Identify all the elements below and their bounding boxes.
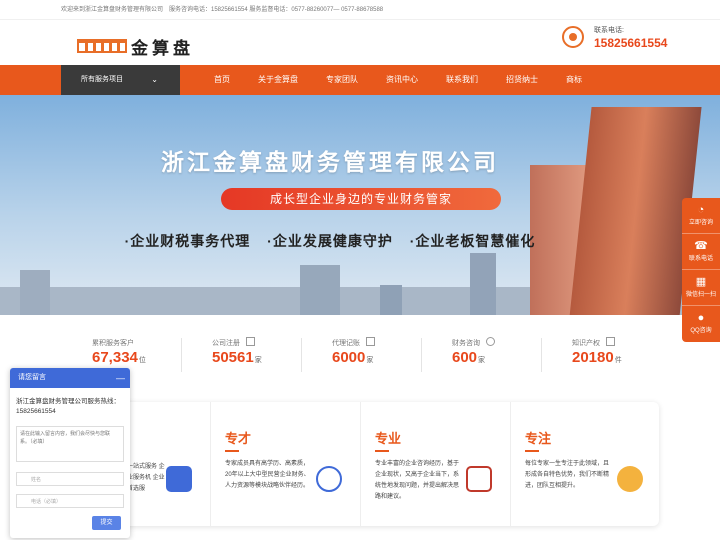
stat-item: 公司注册 50561家 (212, 337, 322, 378)
stat-item: 代理记账 6000家 (332, 337, 442, 378)
stat-value: 67,334 (92, 349, 138, 366)
all-services-label: 所有服务项目 (81, 76, 123, 83)
main-nav: 所有服务项目 ⌄ 首页 关于金算盘 专家团队 资讯中心 联系我们 招贤纳士 商标 (0, 65, 720, 95)
card-text: 专家成员具有高学历、高素质，20年以上大中型民营企业财务、人力资源等模块战略伙伴… (225, 461, 310, 489)
stat-unit: 位 (138, 357, 146, 364)
abacus-icon (466, 466, 492, 492)
side-label: 微信扫一扫 (685, 292, 716, 298)
edit-icon (366, 337, 375, 346)
card-text: 一站式服务 企业服务机 企业首选服 (127, 464, 165, 492)
card-title: 专注 (525, 431, 552, 446)
banner-bullets: ·企业财税事务代理 ·企业发展健康守护 ·企业老板智慧催化 (0, 231, 720, 251)
card-text: 专业丰富的企业咨询经历，基于企业现状，又高于企业当下，系统性地发现问题，并提出解… (375, 461, 460, 500)
nav-item-home[interactable]: 首页 (200, 65, 244, 95)
phone-icon: ☎ (694, 240, 708, 252)
message-widget-header[interactable]: 请您留言 — (10, 368, 130, 388)
banner-bullet: ·企业老板智慧催化 (409, 233, 536, 249)
stat-unit: 家 (254, 357, 262, 364)
feature-cards: 一站式服务 企业服务机 企业首选服 专才 专家成员具有高学历、高素质，20年以上… (61, 402, 659, 526)
shield-icon (166, 466, 192, 492)
stat-unit: 件 (614, 357, 622, 364)
banner-title: 浙江金算盘财务管理有限公司 (161, 149, 499, 175)
side-label: QQ咨询 (690, 328, 712, 334)
card-title: 专才 (225, 431, 252, 446)
stats-row: 累积服务客户 67,334位 公司注册 50561家 代理记账 6000家 财务… (61, 320, 661, 380)
stat-label: 累积服务客户 (92, 340, 134, 347)
feature-card: 专才 专家成员具有高学历、高素质，20年以上大中型民营企业财务、人力资源等模块战… (211, 402, 361, 526)
side-toolbar: ◔ 立即咨询 ☎ 联系电话 ▦ 微信扫一扫 ● QQ咨询 (682, 198, 720, 342)
stat-label: 公司注册 (212, 340, 240, 347)
banner-slogan: 成长型企业身边的专业财务管家 (221, 188, 501, 210)
stat-label: 财务咨询 (452, 340, 480, 347)
stat-item: 财务咨询 600家 (452, 337, 562, 378)
contact-number[interactable]: 15825661554 (594, 36, 667, 50)
medal-icon (617, 466, 643, 492)
certificate-icon (606, 337, 615, 346)
nav-item-contact[interactable]: 联系我们 (432, 65, 492, 95)
team-icon (316, 466, 342, 492)
chevron-down-icon: ⌄ (151, 75, 158, 84)
card-text: 每位专家一生专注于此领域，且形成各自特色优势，我们不断精进，团队互相提升。 (525, 461, 610, 489)
stat-value: 50561 (212, 349, 254, 366)
side-phone-button[interactable]: ☎ 联系电话 (682, 234, 720, 270)
message-widget: 请您留言 — 浙江金算盘财务管理公司服务热线：15825661554 姓名 电话… (10, 368, 130, 538)
minimize-icon[interactable]: — (116, 368, 125, 388)
hero-banner: 浙江金算盘财务管理有限公司 成长型企业身边的专业财务管家 ·企业财税事务代理 ·… (0, 95, 720, 315)
stat-unit: 家 (478, 357, 486, 364)
card-title: 专业 (375, 431, 402, 446)
consult-icon: ◔ (697, 204, 705, 216)
welcome-text: 欢迎来到浙江金算盘财务管理有限公司 服务咨询电话：15825661554 服务监… (61, 7, 384, 13)
banner-bullet: ·企业发展健康守护 (267, 233, 393, 249)
message-input[interactable] (16, 426, 124, 462)
qq-icon: ● (697, 312, 705, 324)
wechat-icon: ▦ (695, 276, 707, 288)
stat-unit: 家 (366, 357, 374, 364)
site-logo[interactable]: 金算盘 (77, 34, 207, 59)
nav-item-experts[interactable]: 专家团队 (312, 65, 372, 95)
side-wechat-button[interactable]: ▦ 微信扫一扫 (682, 270, 720, 306)
side-label: 立即咨询 (688, 220, 713, 226)
chat-bubble-icon (486, 337, 495, 346)
nav-item-news[interactable]: 资讯中心 (372, 65, 432, 95)
phone-field[interactable]: 电话（必填） (16, 494, 124, 508)
stat-value: 6000 (332, 349, 366, 366)
side-qq-button[interactable]: ● QQ咨询 (682, 306, 720, 342)
side-label: 联系电话 (688, 256, 713, 262)
submit-button[interactable]: 提交 (92, 516, 121, 530)
feature-card: 专业 专业丰富的企业咨询经历，基于企业现状，又高于企业当下，系统性地发现问题，并… (361, 402, 511, 526)
stat-label: 代理记账 (332, 340, 360, 347)
message-widget-title: 请您留言 (18, 374, 46, 381)
headset-icon (562, 26, 584, 48)
nav-item-jobs[interactable]: 招贤纳士 (492, 65, 552, 95)
message-widget-intro: 浙江金算盘财务管理公司服务热线：15825661554 (16, 398, 120, 415)
nav-item-about[interactable]: 关于金算盘 (244, 65, 312, 95)
all-services-dropdown[interactable]: 所有服务项目 ⌄ (61, 65, 180, 95)
nav-item-trademark[interactable]: 商标 (552, 65, 596, 95)
site-header: 金算盘 联系电话: 15825661554 (0, 20, 720, 65)
top-welcome-bar: 欢迎来到浙江金算盘财务管理有限公司 服务咨询电话：15825661554 服务监… (0, 0, 720, 20)
name-field[interactable]: 姓名 (16, 472, 124, 486)
abacus-logo-icon (77, 39, 127, 53)
side-consult-button[interactable]: ◔ 立即咨询 (682, 198, 720, 234)
feature-card: 专注 每位专家一生专注于此领域，且形成各自特色优势，我们不断精进，团队互相提升。 (511, 402, 661, 526)
stat-item: 知识产权 20180件 (572, 337, 682, 378)
stat-value: 20180 (572, 349, 614, 366)
logo-text: 金算盘 (131, 39, 194, 59)
contact-label: 联系电话: (594, 27, 624, 34)
stat-label: 知识产权 (572, 340, 600, 347)
banner-bullet: ·企业财税事务代理 (124, 233, 251, 249)
register-icon (246, 337, 255, 346)
stat-value: 600 (452, 349, 478, 366)
